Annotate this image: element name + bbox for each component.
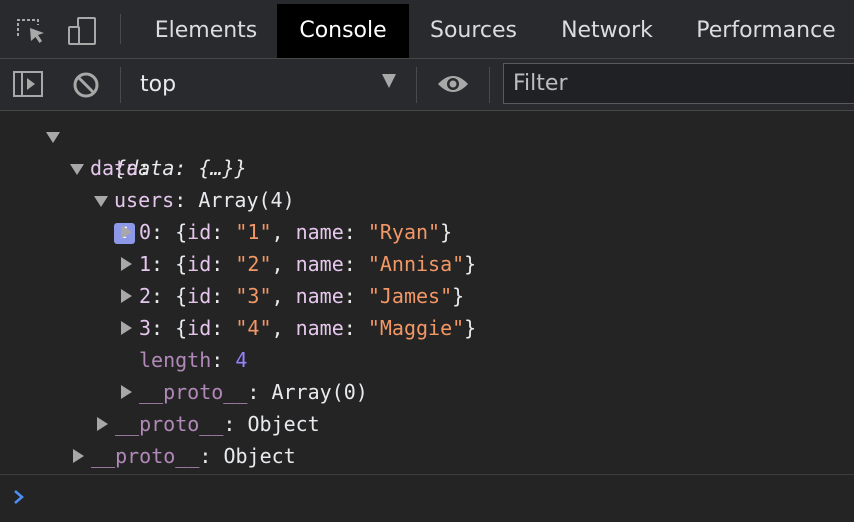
property-key: __proto__	[139, 380, 248, 404]
filter-input[interactable]	[503, 63, 854, 104]
device-toolbar-icon[interactable]	[66, 14, 100, 46]
toolbar-divider	[416, 67, 417, 103]
expand-triangle-icon[interactable]	[97, 417, 108, 431]
log-entry-root[interactable]: {data: {…}} i	[66, 120, 247, 244]
property-key: data	[90, 156, 139, 180]
toolbar-divider	[120, 67, 121, 103]
tab-network[interactable]: Network	[546, 4, 668, 58]
sidebar-toggle-icon[interactable]	[12, 70, 44, 102]
toolbar-divider	[120, 14, 121, 44]
prompt-chevron-icon	[12, 488, 26, 510]
expand-triangle-icon[interactable]	[94, 196, 108, 207]
clear-console-icon[interactable]	[71, 70, 101, 104]
tab-elements[interactable]: Elements	[142, 4, 270, 58]
dropdown-arrow-icon[interactable]	[382, 74, 396, 88]
array-item[interactable]: 3: {id: "4", name: "Maggie"}	[139, 312, 476, 344]
inspect-element-icon[interactable]	[14, 14, 48, 46]
console-prompt[interactable]	[0, 474, 854, 522]
tab-sources[interactable]: Sources	[416, 4, 531, 58]
property-key: __proto__	[115, 412, 224, 436]
tab-performance[interactable]: Performance	[686, 4, 846, 58]
devtools-tab-bar: Elements Console Sources Network Perform…	[0, 0, 854, 59]
expand-triangle-icon[interactable]	[121, 225, 132, 239]
property-proto-object[interactable]: __proto__: Object	[115, 408, 320, 440]
property-value: Array(4)	[198, 188, 295, 212]
property-key: length	[139, 348, 212, 372]
expand-triangle-icon[interactable]	[121, 257, 132, 271]
tab-console[interactable]: Console	[277, 4, 409, 58]
property-users[interactable]: users: Array(4)	[114, 184, 295, 216]
property-length: length: 4	[139, 348, 248, 372]
property-value: Array(0)	[271, 380, 368, 404]
expand-triangle-icon[interactable]	[73, 449, 84, 463]
property-data[interactable]: data:	[90, 152, 150, 184]
property-proto-object[interactable]: __proto__: Object	[91, 440, 296, 472]
property-value: Object	[223, 444, 296, 468]
expand-triangle-icon[interactable]	[70, 164, 84, 175]
eye-icon[interactable]	[436, 72, 470, 100]
property-value: Object	[247, 412, 320, 436]
expand-triangle-icon[interactable]	[121, 289, 132, 303]
array-item[interactable]: 0: {id: "1", name: "Ryan"}	[139, 216, 452, 248]
property-key: __proto__	[91, 444, 200, 468]
console-toolbar: top	[0, 59, 854, 111]
array-item[interactable]: 2: {id: "3", name: "James"}	[139, 280, 464, 312]
array-item[interactable]: 1: {id: "2", name: "Annisa"}	[139, 248, 476, 280]
property-key: users	[114, 188, 175, 212]
expand-triangle-icon[interactable]	[121, 385, 132, 399]
expand-triangle-icon[interactable]	[46, 132, 60, 143]
context-selector[interactable]: top	[140, 59, 176, 110]
property-proto-array[interactable]: __proto__: Array(0)	[139, 376, 368, 408]
expand-triangle-icon[interactable]	[121, 321, 132, 335]
console-output: {data: {…}} i data: users: Array(4) 0: {…	[0, 111, 854, 474]
toolbar-divider	[489, 67, 490, 103]
property-value: 4	[235, 348, 248, 372]
